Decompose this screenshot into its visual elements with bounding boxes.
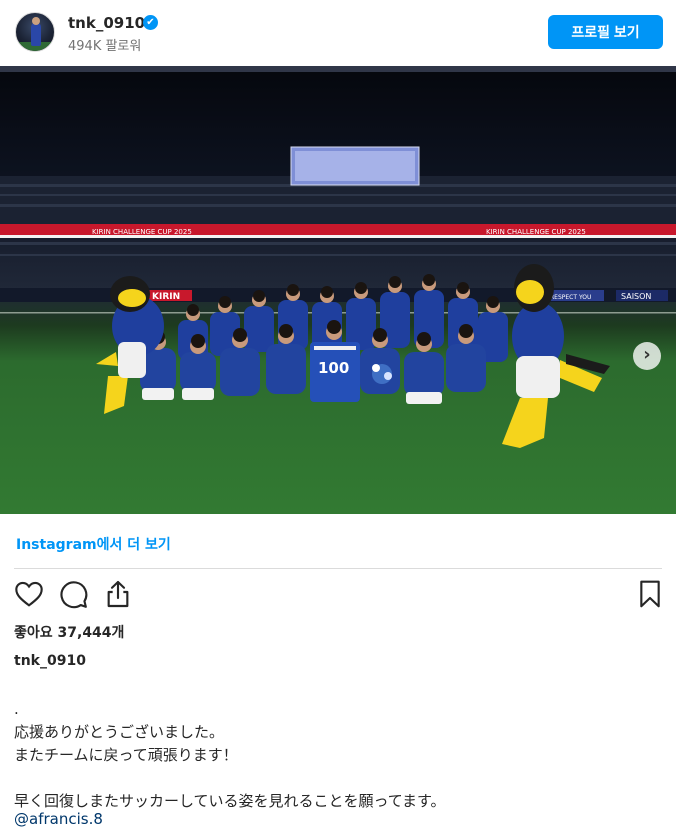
caption-mention-link[interactable]: @afrancis.8 <box>14 810 103 828</box>
banner-text-right: KIRIN CHALLENGE CUP 2025 <box>486 228 586 236</box>
share-icon[interactable] <box>102 578 134 612</box>
divider <box>14 568 662 569</box>
username[interactable]: tnk_0910 <box>68 14 145 32</box>
post-header: tnk_0910 ✔ 494K 팔로워 프로필 보기 <box>0 0 676 66</box>
heart-icon[interactable] <box>13 578 45 612</box>
avatar[interactable] <box>15 12 55 52</box>
team-photo-illustration: KIRIN CHALLENGE CUP 2025 KIRIN CHALLENGE… <box>0 66 676 448</box>
ad-board-respect: RESPECT YOU <box>550 294 591 301</box>
banner-text-left: KIRIN CHALLENGE CUP 2025 <box>92 228 192 236</box>
ad-board-saison: SAISON <box>621 292 651 301</box>
like-count[interactable]: 좋아요 37,444개 <box>14 622 124 642</box>
carousel-next-icon[interactable]: › <box>633 342 661 370</box>
follower-count: 494K 팔로워 <box>68 39 142 54</box>
view-more-on-instagram-link[interactable]: Instagram에서 더 보기 <box>16 534 171 554</box>
verified-badge-icon: ✔ <box>143 15 158 30</box>
post-photo[interactable]: KIRIN CHALLENGE CUP 2025 KIRIN CHALLENGE… <box>0 66 676 514</box>
caption-username[interactable]: tnk_0910 <box>14 653 86 669</box>
jersey-number: 100 <box>318 359 349 377</box>
ad-board-kirin: KIRIN <box>152 292 180 302</box>
comment-icon[interactable] <box>57 578 89 612</box>
bookmark-icon[interactable] <box>634 578 666 612</box>
caption-text: . 応援ありがとうございました。 またチームに戻って頑張ります！ 早く回復しまた… <box>14 700 446 810</box>
view-profile-button[interactable]: 프로필 보기 <box>548 15 663 49</box>
